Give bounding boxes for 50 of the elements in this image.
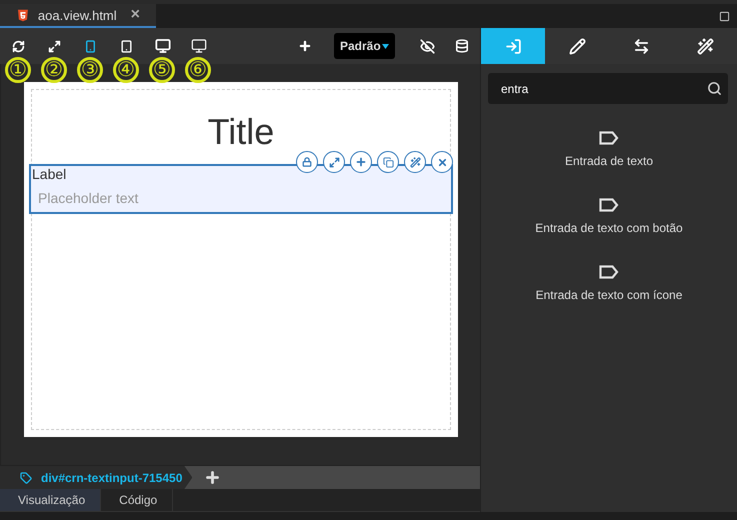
enter-icon xyxy=(504,38,522,54)
close-tab-button[interactable]: × xyxy=(126,6,144,24)
eye-off-icon xyxy=(420,38,435,54)
arrows-icon xyxy=(632,38,650,54)
breadcrumb-item[interactable]: div#crn-textinput-715450 xyxy=(0,466,192,489)
lock-icon xyxy=(302,157,312,167)
phone-icon xyxy=(84,40,97,52)
component-item[interactable]: Entrada de texto com botão xyxy=(535,198,683,235)
hide-button[interactable] xyxy=(420,38,435,54)
tag-icon xyxy=(599,131,619,145)
expand-icon xyxy=(48,40,61,52)
tag-icon xyxy=(598,265,619,279)
add-button[interactable] xyxy=(204,469,222,486)
close-icon xyxy=(436,156,448,168)
field-label: Label xyxy=(32,166,66,182)
tablet-icon xyxy=(120,40,133,52)
refresh-icon xyxy=(12,40,25,52)
file-tab[interactable]: aoa.view.html × xyxy=(0,4,156,28)
caret-icon xyxy=(382,44,389,48)
tag-icon xyxy=(20,472,32,484)
action-button[interactable] xyxy=(431,151,453,173)
desktop-icon xyxy=(154,38,170,54)
action-button[interactable] xyxy=(404,151,426,173)
component-item[interactable]: Entrada de texto xyxy=(564,131,654,168)
search-icon xyxy=(707,81,722,96)
plus-icon xyxy=(298,39,312,53)
data-button[interactable] xyxy=(454,39,469,53)
action-button[interactable] xyxy=(350,151,372,173)
plus-icon xyxy=(355,156,367,168)
action-button[interactable] xyxy=(377,151,399,173)
input-field[interactable]: Placeholder text xyxy=(32,190,332,206)
text-input-widget[interactable]: Label Placeholder text xyxy=(29,164,453,214)
database-icon xyxy=(454,39,469,53)
page-title: Title xyxy=(208,114,274,150)
action-button[interactable] xyxy=(323,151,345,173)
monitor-icon xyxy=(190,38,206,54)
wand-icon xyxy=(410,156,420,168)
maximize-icon[interactable] xyxy=(719,11,730,22)
action-button[interactable] xyxy=(296,151,318,173)
plus-icon xyxy=(204,469,222,486)
copy-icon xyxy=(382,156,394,168)
add-button[interactable] xyxy=(298,39,312,53)
pencil-icon xyxy=(568,38,586,54)
file-name: aoa.view.html xyxy=(38,8,117,22)
html5-icon xyxy=(18,8,28,22)
component-item[interactable]: Entrada de texto com ícone xyxy=(536,265,682,302)
view-tab[interactable]: Visualização xyxy=(0,489,102,511)
theme-select[interactable]: Padrão xyxy=(334,33,395,59)
expand-icon xyxy=(328,156,340,168)
tag-icon xyxy=(599,198,619,212)
